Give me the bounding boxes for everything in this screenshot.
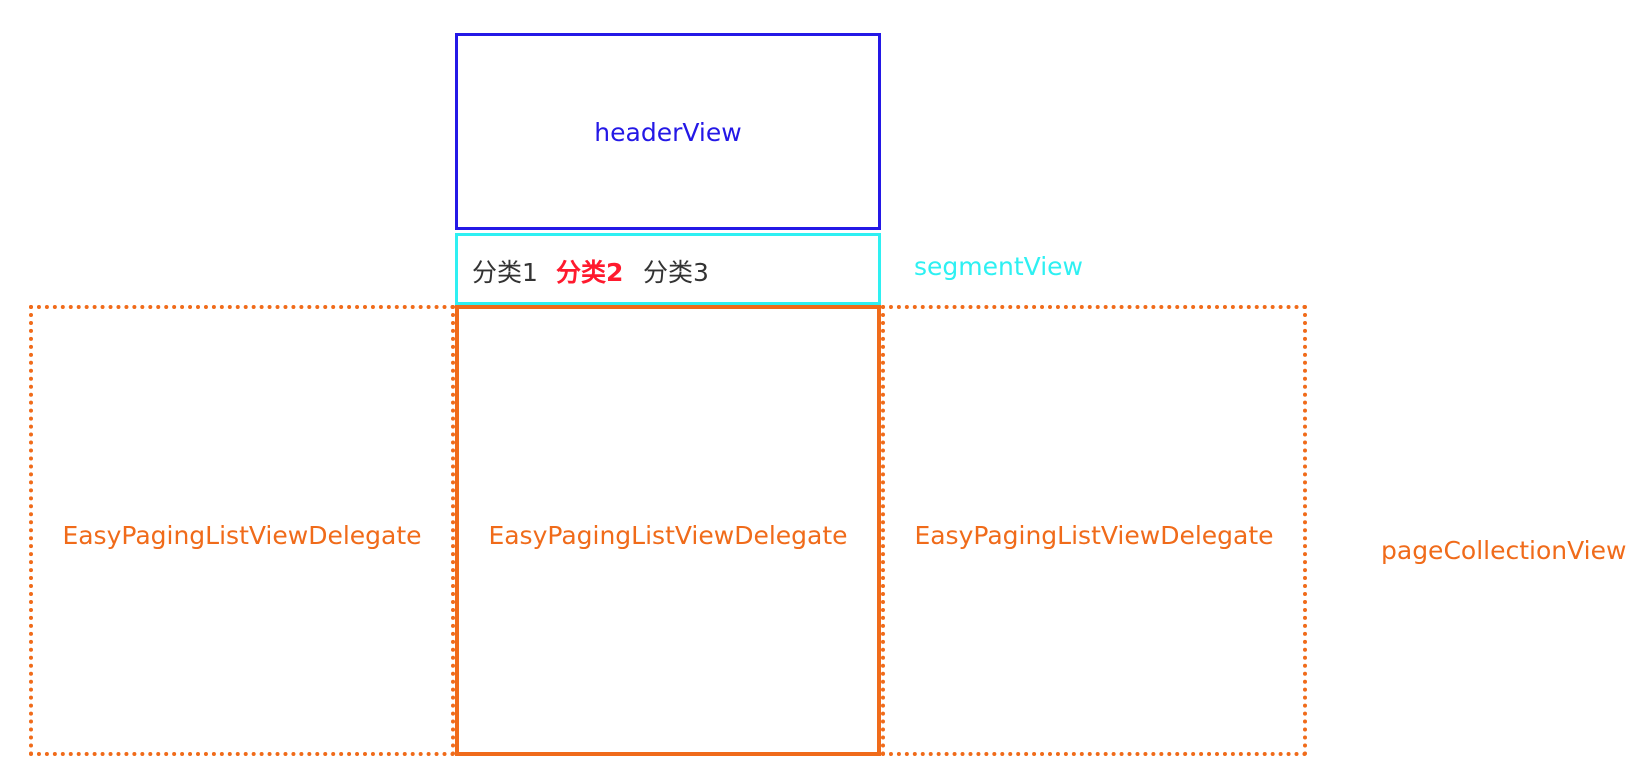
segment-tab-2-selected[interactable]: 分类2 [556,258,623,288]
segment-view-caption: segmentView [914,252,1083,281]
page-center-label: EasyPagingListViewDelegate [488,521,848,550]
segment-tab-1[interactable]: 分类1 [472,258,538,288]
page-center-box: EasyPagingListViewDelegate [455,305,881,756]
page-collection-view-caption: pageCollectionView [1381,536,1627,565]
header-view-label: headerView [594,118,742,147]
header-view-box: headerView [455,33,881,230]
page-right-label: EasyPagingListViewDelegate [914,521,1274,550]
segment-view-box: 分类1 分类2 分类3 [455,233,881,305]
segment-tab-3[interactable]: 分类3 [643,258,709,288]
page-left-box: EasyPagingListViewDelegate [29,305,455,756]
page-right-box: EasyPagingListViewDelegate [881,305,1307,756]
page-left-label: EasyPagingListViewDelegate [62,521,422,550]
